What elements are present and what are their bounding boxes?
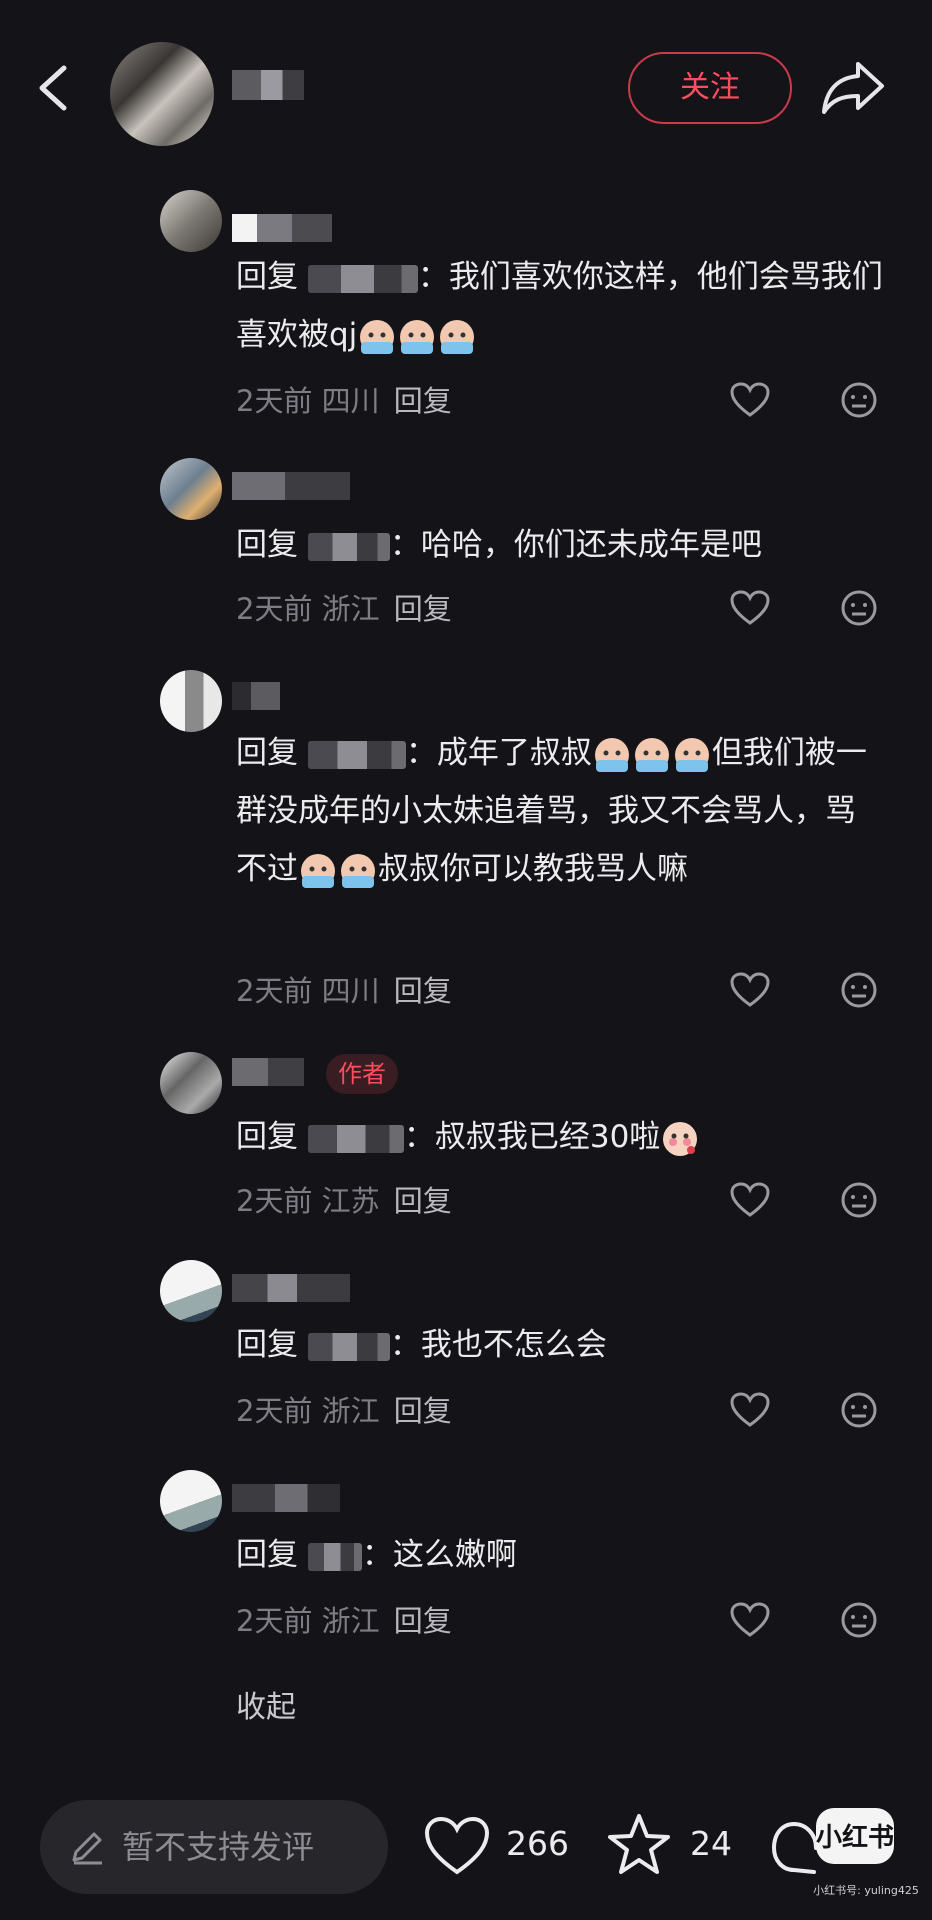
like-icon[interactable]	[424, 1816, 490, 1876]
comment-item: 回复 ：哈哈，你们还未成年是吧 2天前 浙江 回复	[0, 454, 932, 634]
comment-item: 回复 ：这么嫩啊 2天前 浙江 回复	[0, 1468, 932, 1648]
top-bar: 关注	[0, 0, 932, 170]
crying-emoji-icon	[400, 319, 435, 354]
reply-target-blurred	[307, 740, 406, 769]
commenter-name-blurred[interactable]	[232, 1058, 304, 1086]
comment-text: 回复 ：哈哈，你们还未成年是吧	[236, 527, 762, 563]
crying-emoji-icon	[360, 319, 395, 354]
emoji-reaction-icon[interactable]	[840, 971, 878, 1009]
comment-meta: 2天前 四川 回复	[236, 384, 452, 418]
commenter-avatar[interactable]	[160, 1260, 222, 1322]
comment-text: 回复 ：这么嫩啊	[236, 1537, 517, 1573]
commenter-name-blurred[interactable]	[232, 1274, 350, 1302]
follow-button[interactable]: 关注	[628, 52, 792, 124]
reply-button[interactable]: 回复	[394, 1394, 452, 1428]
comment-item: 回复 ：我们喜欢你这样，他们会骂我们喜欢被qj 2天前 四川 回复	[0, 186, 932, 426]
reply-button[interactable]: 回复	[394, 592, 452, 626]
svg-text:小红书: 小红书	[816, 1822, 894, 1853]
heart-icon[interactable]	[730, 382, 770, 418]
heart-icon[interactable]	[730, 1392, 770, 1428]
comment-input[interactable]: 暂不支持发评	[40, 1800, 388, 1894]
comment-item: 作者 回复 ：叔叔我已经30啦 2天前 江苏 回复	[0, 1048, 932, 1228]
comment-meta: 2天前 浙江 回复	[236, 592, 452, 626]
reply-target-blurred	[307, 264, 418, 293]
blushing-emoji-icon	[663, 1121, 698, 1156]
commenter-avatar[interactable]	[160, 1052, 222, 1114]
comment-input-placeholder: 暂不支持发评	[122, 1828, 315, 1866]
emoji-reaction-icon[interactable]	[840, 1391, 878, 1429]
collapse-replies-button[interactable]: 收起	[236, 1682, 296, 1726]
reply-target-blurred	[307, 1542, 362, 1571]
commenter-name-blurred[interactable]	[232, 1484, 340, 1512]
comment-text: 回复 ：叔叔我已经30啦	[236, 1108, 886, 1166]
pencil-icon	[72, 1832, 102, 1865]
crying-emoji-icon	[634, 737, 669, 772]
share-icon[interactable]	[820, 58, 886, 116]
xiaohongshu-watermark: 小红书 小红书号: yuling425	[813, 1808, 919, 1897]
heart-icon[interactable]	[730, 972, 770, 1008]
commenter-avatar[interactable]	[160, 670, 222, 732]
like-count: 266	[506, 1824, 569, 1863]
emoji-reaction-icon[interactable]	[840, 1181, 878, 1219]
reply-target-blurred	[307, 1332, 390, 1361]
emoji-reaction-icon[interactable]	[840, 589, 878, 627]
commenter-name-blurred[interactable]	[232, 214, 332, 242]
favorite-count: 24	[690, 1824, 732, 1863]
reply-button[interactable]: 回复	[394, 384, 452, 418]
comment-text: 回复 ：我们喜欢你这样，他们会骂我们喜欢被qj	[236, 248, 886, 364]
svg-text:小红书号: yuling425: 小红书号: yuling425	[813, 1884, 919, 1897]
crying-emoji-icon	[301, 853, 335, 888]
emoji-reaction-icon[interactable]	[840, 381, 878, 419]
comment-text: 回复 ：我也不怎么会	[236, 1327, 607, 1363]
crying-emoji-icon	[440, 319, 475, 354]
crying-emoji-icon	[341, 853, 375, 888]
comment-item: 回复 ：成年了叔叔 但我们被一群没成年的小太妹追着骂，我又不会骂人，骂不过 叔叔你可…	[0, 668, 932, 1028]
crying-emoji-icon	[594, 737, 629, 772]
commenter-avatar[interactable]	[160, 1470, 222, 1532]
crying-emoji-icon	[674, 737, 709, 772]
reply-target-blurred	[307, 532, 390, 561]
comment-meta: 2天前 浙江 回复	[236, 1604, 452, 1638]
reply-button[interactable]: 回复	[394, 1604, 452, 1638]
commenter-avatar[interactable]	[160, 190, 222, 252]
star-icon[interactable]	[606, 1812, 672, 1878]
author-avatar[interactable]	[110, 42, 214, 146]
commenter-name-blurred[interactable]	[232, 472, 350, 500]
reply-target-blurred	[307, 1124, 404, 1153]
heart-icon[interactable]	[730, 1602, 770, 1638]
comment-meta: 2天前 江苏 回复	[236, 1184, 452, 1218]
emoji-reaction-icon[interactable]	[840, 1601, 878, 1639]
commenter-name-blurred[interactable]	[232, 682, 280, 710]
author-badge: 作者	[326, 1054, 398, 1094]
author-name-blurred[interactable]	[232, 70, 304, 100]
heart-icon[interactable]	[730, 1182, 770, 1218]
comment-meta: 2天前 浙江 回复	[236, 1394, 452, 1428]
comment-item: 回复 ：我也不怎么会 2天前 浙江 回复	[0, 1258, 932, 1438]
heart-icon[interactable]	[730, 590, 770, 626]
back-arrow-icon[interactable]	[32, 62, 76, 114]
comment-text: 回复 ：成年了叔叔 但我们被一群没成年的小太妹追着骂，我又不会骂人，骂不过 叔叔你可…	[236, 724, 886, 898]
reply-button[interactable]: 回复	[394, 974, 452, 1008]
comment-meta: 2天前 四川 回复	[236, 974, 452, 1008]
reply-button[interactable]: 回复	[394, 1184, 452, 1218]
commenter-avatar[interactable]	[160, 458, 222, 520]
bottom-bar: 暂不支持发评 266 24	[0, 1786, 932, 1920]
